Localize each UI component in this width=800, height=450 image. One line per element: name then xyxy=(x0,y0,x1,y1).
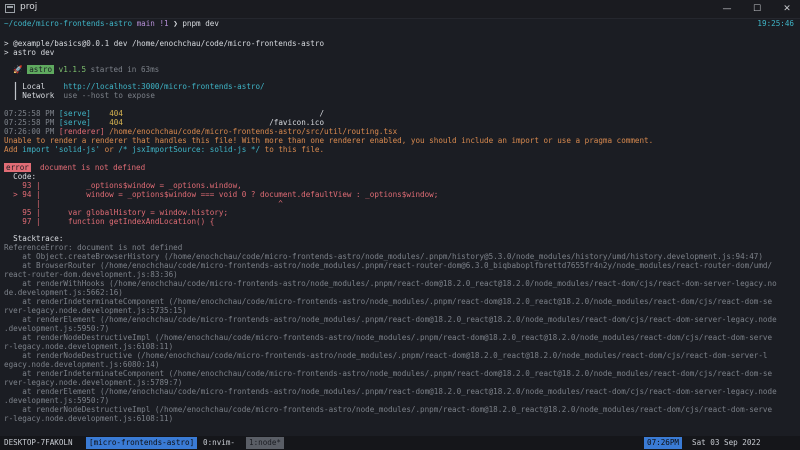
tmux-status-bar: DESKTOP-7FAKOLN [micro-frontends-astro] … xyxy=(0,436,800,450)
prompt-command: pnpm dev xyxy=(182,19,219,28)
hostname: DESKTOP-7FAKOLN xyxy=(4,438,73,447)
shell-prompt: ~/code/micro-frontends-astro main !1 ❯ p… xyxy=(4,19,219,29)
network-value: use --host to expose xyxy=(63,91,155,100)
window-title: proj xyxy=(20,2,38,12)
rocket-icon: 🚀 xyxy=(13,65,23,74)
astro-badge: astro xyxy=(27,65,55,74)
status-time: 07:26PM xyxy=(644,437,683,449)
network-line: ┃ Network use --host to expose xyxy=(4,91,155,100)
npm-script-cmd: > astro dev xyxy=(4,48,55,57)
close-button[interactable]: ✕ xyxy=(776,0,798,18)
code-line: 97 | function getIndexAndLocation() { xyxy=(4,217,215,226)
tmux-window-nvim[interactable]: 0:nvim- xyxy=(203,436,235,450)
astro-started: started in 63ms xyxy=(90,65,160,74)
prompt-arrow: ❯ xyxy=(173,19,178,28)
stacktrace-line: r-legacy.node.development.js:6108:11) xyxy=(4,414,174,423)
local-url[interactable]: http://localhost:3000/micro-frontends-as… xyxy=(63,82,264,91)
tmux-session[interactable]: [micro-frontends-astro] xyxy=(86,437,198,449)
minimize-button[interactable]: — xyxy=(716,0,738,18)
maximize-button[interactable]: ☐ xyxy=(746,0,768,18)
error-badge: error xyxy=(4,163,31,172)
stacktrace-line: at renderElement (/home/enochchau/code/m… xyxy=(4,315,777,324)
clock: 19:25:46 xyxy=(757,19,794,28)
local-label: Local xyxy=(22,82,46,91)
prompt-path: ~/code/micro-frontends-astro xyxy=(4,19,133,28)
title-bar: proj — ☐ ✕ xyxy=(0,0,800,19)
warning-hint: Add import 'solid-js' or /* jsxImportSou… xyxy=(4,145,325,154)
astro-version: v1.1.5 xyxy=(58,65,87,74)
terminal-output[interactable]: 19:25:46 ~/code/micro-frontends-astro ma… xyxy=(0,18,800,436)
network-label: Network xyxy=(22,91,55,100)
terminal-app-icon xyxy=(5,4,15,13)
error-message: document is not defined xyxy=(40,163,146,172)
tmux-window-node[interactable]: 1:node* xyxy=(246,437,285,449)
git-branch: main !1 xyxy=(136,19,169,28)
astro-banner: 🚀 astro v1.1.5 started in 63ms xyxy=(4,65,160,75)
status-date: Sat 03 Sep 2022 xyxy=(692,438,761,447)
stacktrace-line: at renderElement (/home/enochchau/code/m… xyxy=(4,387,777,396)
